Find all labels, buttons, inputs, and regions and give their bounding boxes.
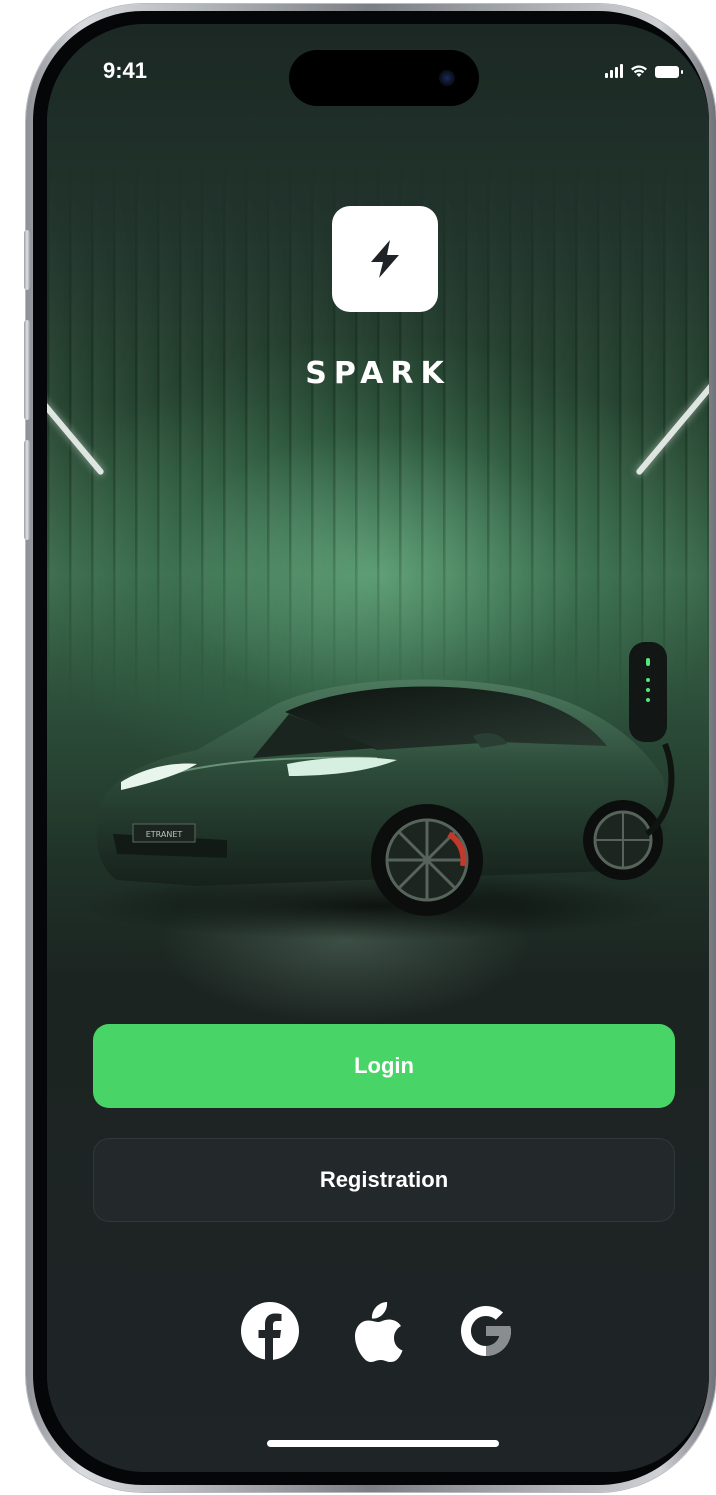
registration-button[interactable]: Registration — [93, 1138, 675, 1222]
action-button — [24, 230, 30, 290]
login-button[interactable]: Login — [93, 1024, 675, 1108]
volume-up-button — [24, 320, 30, 420]
camera-icon — [439, 70, 455, 86]
facebook-login-button[interactable] — [238, 1299, 302, 1363]
brand-name: SPARK — [305, 356, 451, 391]
facebook-icon — [241, 1302, 299, 1360]
status-icons — [605, 64, 683, 78]
apple-icon — [355, 1302, 403, 1362]
app-screen: 9:41 SPARK ETRANET Login Registration — [47, 24, 709, 1472]
dynamic-island — [289, 50, 479, 106]
apple-login-button[interactable] — [346, 1299, 410, 1363]
battery-icon — [655, 66, 683, 78]
cellular-signal-icon — [605, 64, 623, 78]
license-plate: ETRANET — [146, 830, 183, 839]
google-login-button[interactable] — [454, 1299, 518, 1363]
home-indicator[interactable] — [267, 1440, 499, 1447]
google-icon — [461, 1306, 511, 1356]
volume-down-button — [24, 440, 30, 540]
app-logo — [332, 206, 438, 312]
car-illustration: ETRANET — [77, 634, 677, 944]
social-login-row — [47, 1299, 709, 1363]
lightning-bolt-icon — [371, 240, 399, 278]
status-time: 9:41 — [103, 58, 148, 83]
wifi-icon — [631, 65, 647, 77]
